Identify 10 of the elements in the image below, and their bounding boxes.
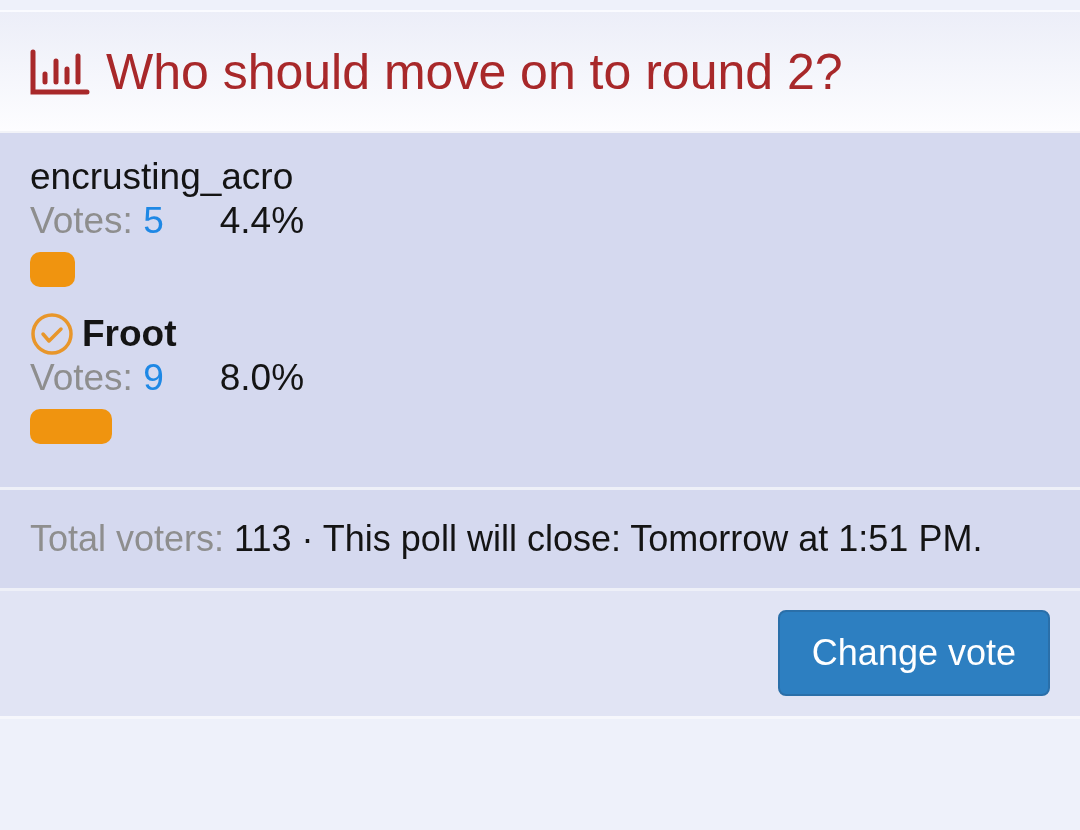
poll-info-text: Total voters: 113 · This poll will close: Tomorrow at 1:51 PM. <box>30 516 984 561</box>
option-name: encrusting_acro <box>30 155 294 199</box>
vote-count: Votes: 5 <box>30 199 164 244</box>
change-vote-button[interactable]: Change vote <box>777 610 1050 697</box>
poll-title: Who should move on to round 2? <box>106 46 843 97</box>
chart-icon <box>30 48 90 95</box>
vote-count: Votes: 9 <box>30 356 164 401</box>
vote-percentage: 4.4% <box>219 199 305 244</box>
option-name: Froot <box>82 311 177 356</box>
vote-percentage: 8.0% <box>219 356 305 401</box>
